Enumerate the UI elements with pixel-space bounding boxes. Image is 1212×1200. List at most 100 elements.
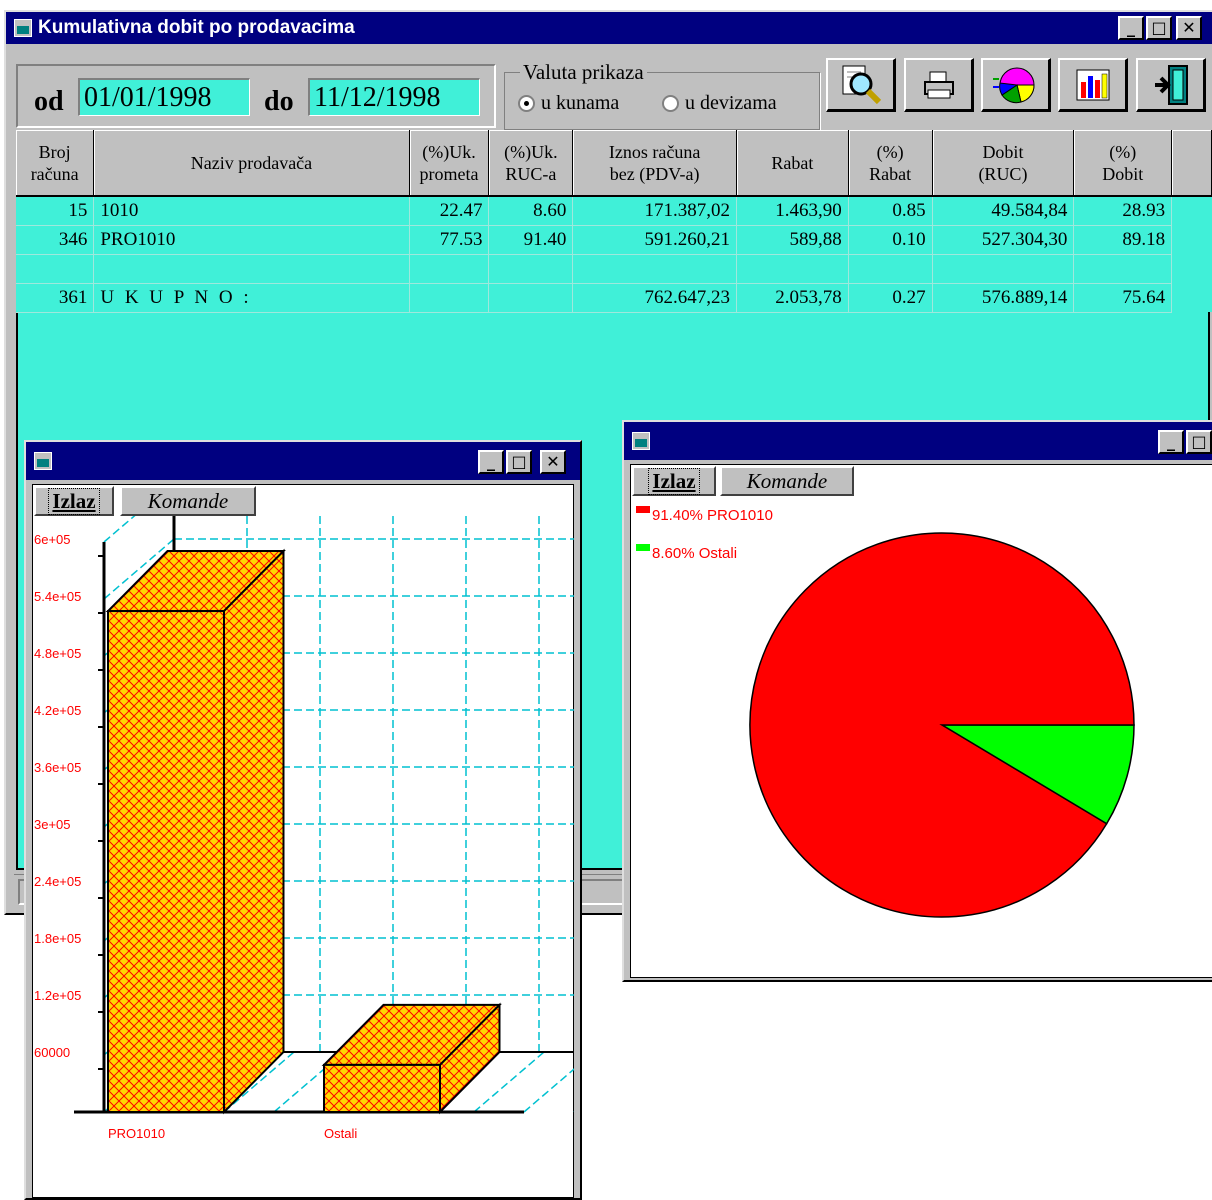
cell-empty — [572, 254, 737, 284]
bar-window-icon — [34, 452, 52, 470]
legend-label: 91.40% PRO1010 — [652, 507, 773, 524]
cell-broj: 361 — [16, 283, 95, 313]
y-tick-label: 6e+05 — [34, 532, 71, 547]
table-total-row[interactable]: 361 U K U P N O : 762.647,23 2.053,78 0.… — [16, 283, 1212, 313]
bar-commands-button[interactable]: Komande — [120, 486, 256, 516]
pie-minimize-button[interactable]: _ — [1158, 430, 1184, 454]
cell-empty — [1073, 254, 1173, 284]
x-category-label: PRO1010 — [108, 1126, 165, 1141]
col-header-iznos[interactable]: Iznos računa bez (PDV-a) — [572, 130, 737, 197]
pie-slice — [749, 532, 1135, 918]
exit-door-icon — [1154, 64, 1188, 105]
cell-empty — [16, 254, 95, 284]
print-button[interactable] — [904, 58, 974, 112]
currency-option-kuna[interactable]: u kunama — [518, 92, 619, 115]
cell-empty — [93, 254, 410, 284]
date-to-label: do — [264, 86, 294, 117]
legend-swatch — [636, 544, 650, 551]
bar-close-button[interactable]: ✕ — [540, 450, 566, 474]
pie-commands-label: Komande — [746, 468, 828, 493]
cell-iznos: 171.387,02 — [572, 196, 737, 226]
x-category-label: Ostali — [324, 1126, 357, 1141]
cell-uk-ruc: 8.60 — [488, 196, 574, 226]
preview-button[interactable] — [826, 58, 896, 112]
col-header-uk-ruc[interactable]: (%)Uk. RUC-a — [488, 130, 574, 197]
cell-uk-prometa: 77.53 — [409, 225, 490, 255]
y-tick-label: 3.6e+05 — [34, 760, 81, 775]
col-header-dobit[interactable]: Dobit (RUC) — [932, 130, 1075, 197]
cell-naziv: PRO1010 — [93, 225, 410, 255]
bar-chart-button[interactable] — [1058, 58, 1128, 112]
pie-maximize-button[interactable]: □ — [1186, 430, 1212, 454]
cell-rabat: 1.463,90 — [736, 196, 849, 226]
col-header-pct-rabat[interactable]: (%) Rabat — [848, 130, 933, 197]
close-button[interactable]: ✕ — [1176, 16, 1202, 40]
cell-uk-ruc — [488, 283, 574, 313]
minimize-button[interactable]: _ — [1118, 16, 1144, 40]
currency-option-deviza-label: u devizama — [685, 92, 777, 114]
y-tick-label: 4.2e+05 — [34, 703, 81, 718]
date-from-field[interactable]: 01/01/1998 — [78, 78, 250, 116]
currency-option-kuna-label: u kunama — [541, 92, 620, 114]
col-header-rabat[interactable]: Rabat — [736, 130, 849, 197]
col-header-naziv[interactable]: Naziv prodavača — [93, 130, 410, 197]
cell-uk-prometa: 22.47 — [409, 196, 490, 226]
pie-commands-button[interactable]: Komande — [720, 466, 854, 496]
cell-rabat: 589,88 — [736, 225, 849, 255]
cell-iznos: 591.260,21 — [572, 225, 737, 255]
bar-exit-label: Izlaz — [48, 487, 100, 515]
legend-swatch — [636, 506, 650, 513]
main-window-title: Kumulativna dobit po prodavacima — [38, 17, 355, 38]
pie-chart-icon — [992, 67, 1035, 103]
printer-icon — [923, 71, 954, 98]
bar-chart-icon — [1076, 69, 1109, 100]
bar-commands-label: Komande — [147, 488, 229, 513]
bar — [321, 1002, 502, 1115]
table-row[interactable]: 15 1010 22.47 8.60 171.387,02 1.463,90 0… — [16, 196, 1212, 226]
y-tick-label: 1.2e+05 — [34, 988, 81, 1003]
bar-chart: 60000 1.2e+05 1.8e+05 2.4e+05 3e+05 3.6e+05 4.… — [34, 516, 574, 1141]
exit-button[interactable] — [1136, 58, 1206, 112]
bar-minimize-button[interactable]: _ — [478, 450, 504, 474]
y-tick-label: 5.4e+05 — [34, 589, 81, 604]
table-row[interactable] — [16, 254, 1212, 284]
col-header-pct-dobit[interactable]: (%) Dobit — [1073, 130, 1173, 197]
radio-selected-icon — [518, 95, 535, 112]
cell-dobit: 49.584,84 — [932, 196, 1075, 226]
table-header-row: Broj računa Naziv prodavača (%)Uk. prometa… — [16, 130, 1212, 197]
maximize-button[interactable]: □ — [1146, 16, 1172, 40]
legend-label: 8.60% Ostali — [652, 545, 737, 562]
cell-pct-rabat: 0.27 — [848, 283, 933, 313]
pie-chart-button[interactable] — [981, 58, 1051, 112]
cell-pct-rabat: 0.10 — [848, 225, 933, 255]
bar — [105, 548, 286, 1115]
y-tick-label: 4.8e+05 — [34, 646, 81, 661]
cell-pct-dobit: 28.93 — [1073, 196, 1173, 226]
main-titlebar[interactable]: Kumulativna dobit po prodavacima — [6, 12, 1212, 44]
pie-chart: 91.40% PRO1010 8.60% Ostali — [636, 506, 1135, 918]
bar-chart-window: _ □ ✕ Izlaz Komande 60000 1.2e+05 1.8e+05 2… — [24, 440, 582, 1200]
date-to-field[interactable]: 11/12/1998 — [308, 78, 480, 116]
cell-blank — [1171, 254, 1212, 283]
cell-naziv: 1010 — [93, 196, 410, 226]
y-tick-label: 3e+05 — [34, 817, 71, 832]
pie-exit-button[interactable]: Izlaz — [632, 466, 716, 496]
bar-maximize-button[interactable]: □ — [506, 450, 532, 474]
col-header-broj[interactable]: Broj računa — [16, 130, 95, 197]
cell-broj: 15 — [16, 196, 95, 226]
cell-empty — [409, 254, 490, 284]
data-table: Broj računa Naziv prodavača (%)Uk. prometa… — [16, 130, 1212, 313]
currency-group-label: Valuta prikaza — [520, 60, 647, 85]
cell-naziv: U K U P N O : — [93, 283, 410, 313]
date-from-label: od — [34, 86, 64, 117]
bar-exit-button[interactable]: Izlaz — [34, 486, 114, 516]
pie-chart-titlebar[interactable] — [624, 422, 1212, 460]
cell-iznos: 762.647,23 — [572, 283, 737, 313]
currency-option-deviza[interactable]: u devizama — [662, 92, 777, 115]
cell-blank — [1171, 196, 1212, 225]
cell-dobit: 576.889,14 — [932, 283, 1075, 313]
table-row[interactable]: 346 PRO1010 77.53 91.40 591.260,21 589,8… — [16, 225, 1212, 255]
radio-unselected-icon — [662, 95, 679, 112]
col-header-uk-prometa[interactable]: (%)Uk. prometa — [409, 130, 490, 197]
pie-exit-label: Izlaz — [648, 467, 700, 495]
